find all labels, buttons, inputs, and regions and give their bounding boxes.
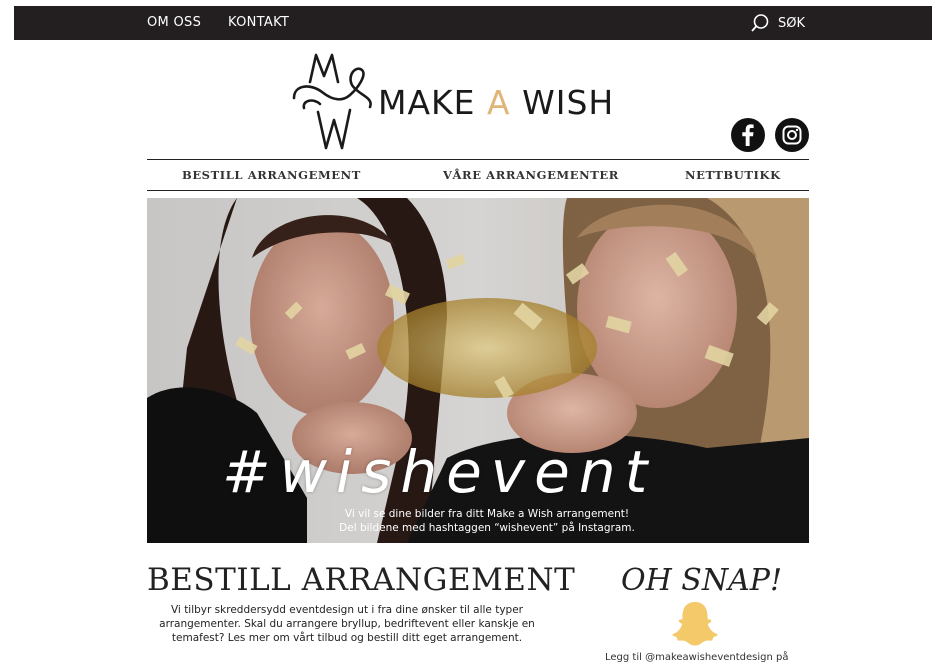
instagram-button[interactable] [775,118,809,152]
logo-wordmark: MAKE A WISH [378,83,614,122]
search-button[interactable]: SØK [750,6,805,40]
nav-nettbutikk[interactable]: NETTBUTIKK [685,160,781,190]
hero-banner[interactable]: #wishevent Vi vil se dine bilder fra dit… [147,198,809,543]
nav-link-om-oss[interactable]: OM OSS [147,6,201,40]
instagram-icon [782,125,802,145]
logo-word-a: A [487,83,511,122]
hero-hashtag: #wishevent [222,438,657,506]
search-icon [751,14,769,32]
bestill-heading[interactable]: BESTILL ARRANGEMENT [147,562,575,598]
facebook-button[interactable] [731,118,765,152]
logo-word-wish: WISH [522,83,615,122]
nav-link-kontakt[interactable]: KONTAKT [228,6,289,40]
search-label: SØK [778,15,806,31]
hero-caption: Vi vil se dine bilder fra ditt Make a Wi… [337,507,637,535]
snap-heading: OH SNAP! [621,563,783,598]
logo-word-make: MAKE [378,83,476,122]
facebook-icon [742,124,754,146]
main-nav: BESTILL ARRANGEMENT VÅRE ARRANGEMENTER N… [147,159,809,191]
nav-bestill-arrangement[interactable]: BESTILL ARRANGEMENT [182,160,361,190]
nav-vare-arrangementer[interactable]: VÅRE ARRANGEMENTER [443,160,619,190]
hero-caption-line-2: Del bildene med hashtaggen “wishevent” p… [339,522,635,534]
top-bar: OM OSS KONTAKT SØK [14,6,932,40]
hero-caption-line-1: Vi vil se dine bilder fra ditt Make a Wi… [344,508,630,520]
snapchat-icon[interactable] [670,598,720,648]
snap-text: Legg til @makeawisheventdesign på [605,652,789,663]
bestill-description: Vi tilbyr skreddersydd eventdesign ut i … [159,604,535,644]
